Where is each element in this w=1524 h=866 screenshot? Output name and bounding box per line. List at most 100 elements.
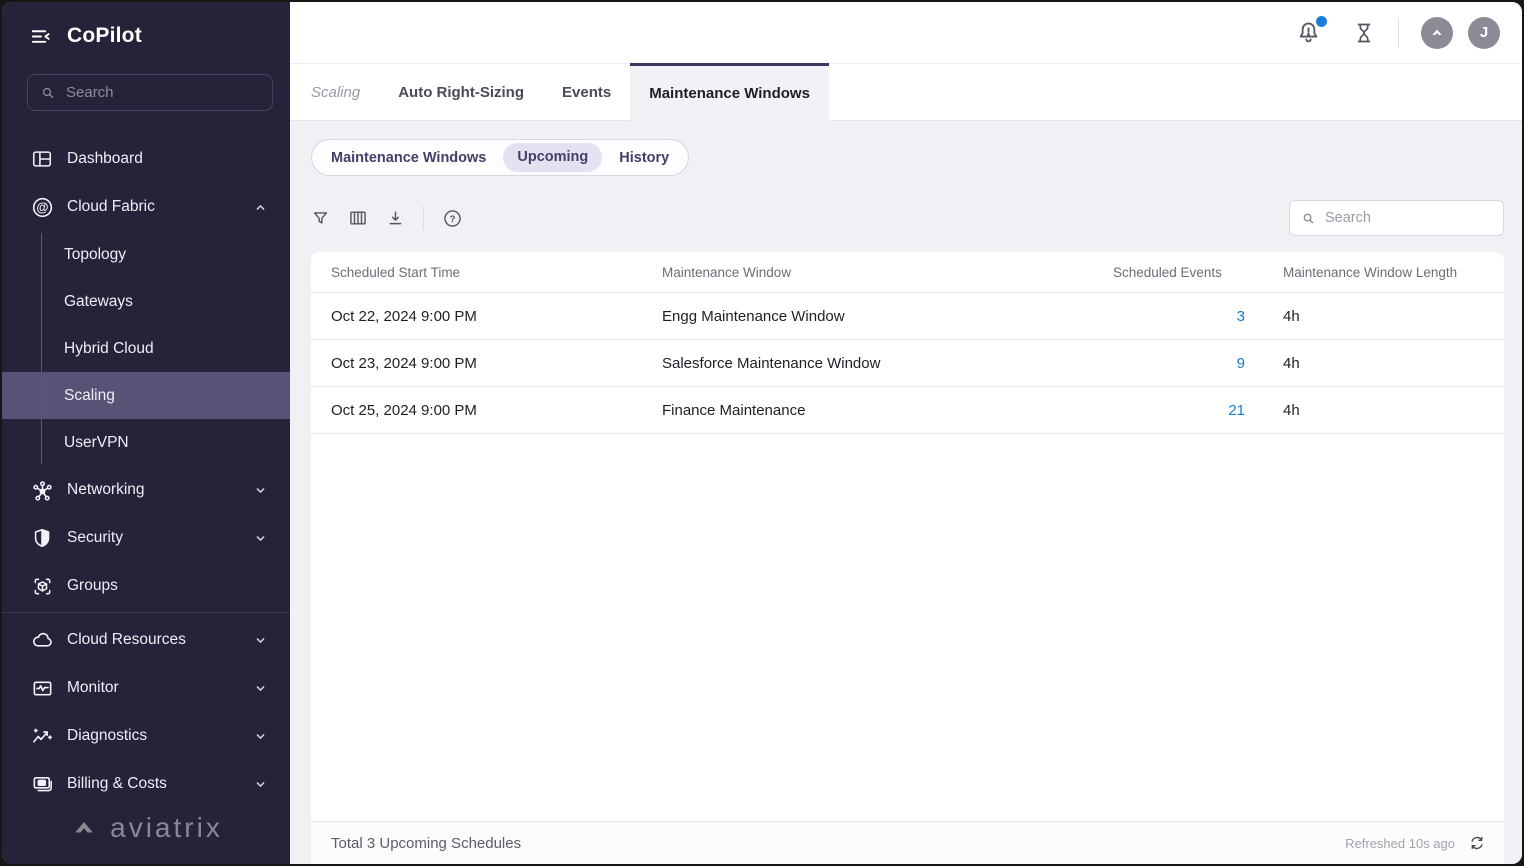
collapse-sidebar-icon[interactable] xyxy=(29,25,52,48)
cell-scheduled-events-link[interactable]: 21 xyxy=(1099,402,1266,419)
sidebar-item-hybrid-cloud[interactable]: Hybrid Cloud xyxy=(2,325,290,372)
cell-start-time: Oct 22, 2024 9:00 PM xyxy=(311,308,644,325)
sidebar-item-gateways[interactable]: Gateways xyxy=(2,278,290,325)
aviatrix-mark-icon xyxy=(1427,23,1447,43)
sidebar-item-diagnostics[interactable]: Diagnostics xyxy=(2,712,290,760)
chevron-up-icon[interactable] xyxy=(253,200,268,215)
table-search[interactable] xyxy=(1289,200,1504,236)
shield-icon xyxy=(30,526,54,550)
header-divider xyxy=(1398,18,1399,48)
user-avatar-button[interactable]: J xyxy=(1468,17,1500,49)
svg-text:?: ? xyxy=(450,214,456,225)
table-row[interactable]: Oct 22, 2024 9:00 PM Engg Maintenance Wi… xyxy=(311,293,1504,340)
sidebar-item-billing-costs[interactable]: Billing & Costs xyxy=(2,760,290,808)
sidebar-item-uservpn[interactable]: UserVPN xyxy=(2,419,290,466)
tab-auto-right-sizing[interactable]: Auto Right-Sizing xyxy=(398,64,524,120)
cell-window-name: Engg Maintenance Window xyxy=(644,308,1099,325)
sidebar-item-label: Hybrid Cloud xyxy=(64,340,154,358)
sidebar-divider xyxy=(2,612,290,613)
chevron-down-icon[interactable] xyxy=(253,777,268,792)
subtab-maintenance-windows[interactable]: Maintenance Windows xyxy=(316,150,501,166)
sidebar-header: CoPilot xyxy=(29,24,142,48)
cell-window-name: Finance Maintenance xyxy=(644,402,1099,419)
sidebar-item-label: UserVPN xyxy=(64,434,129,452)
sidebar-item-label: Diagnostics xyxy=(67,727,147,745)
sidebar-item-dashboard[interactable]: Dashboard xyxy=(2,135,290,183)
sidebar-item-cloud-fabric[interactable]: @ Cloud Fabric xyxy=(2,183,290,231)
sidebar-item-label: Security xyxy=(67,529,123,547)
chevron-down-icon[interactable] xyxy=(253,633,268,648)
sidebar-item-label: Monitor xyxy=(67,679,119,697)
cloud-icon xyxy=(30,628,54,652)
dashboard-icon xyxy=(30,147,54,171)
groups-cube-icon xyxy=(30,574,54,598)
column-header-scheduled-events[interactable]: Scheduled Events xyxy=(1099,265,1266,280)
brand-name: aviatrix xyxy=(110,812,223,844)
columns-icon[interactable] xyxy=(348,208,368,228)
subtab-group: Maintenance Windows Upcoming History xyxy=(311,139,689,176)
cell-window-name: Salesforce Maintenance Window xyxy=(644,355,1099,372)
cell-scheduled-events-link[interactable]: 3 xyxy=(1099,308,1266,325)
monitor-icon xyxy=(30,676,54,700)
content-pane: Maintenance Windows Upcoming History ? xyxy=(290,121,1522,864)
sidebar-search-input[interactable] xyxy=(66,84,265,101)
cloud-fabric-icon: @ xyxy=(30,195,54,219)
sidebar-item-label: Scaling xyxy=(64,387,115,405)
aviatrix-logo: aviatrix xyxy=(2,804,290,852)
total-count-label: Total 3 Upcoming Schedules xyxy=(331,835,521,852)
filter-icon[interactable] xyxy=(311,209,330,228)
column-header-maintenance-window-length[interactable]: Maintenance Window Length xyxy=(1266,265,1504,280)
table-row[interactable]: Oct 25, 2024 9:00 PM Finance Maintenance… xyxy=(311,387,1504,434)
tab-maintenance-windows[interactable]: Maintenance Windows xyxy=(630,63,829,121)
column-header-scheduled-start-time[interactable]: Scheduled Start Time xyxy=(311,265,644,280)
maintenance-table-card: Scheduled Start Time Maintenance Window … xyxy=(311,252,1504,864)
sidebar-item-label: Billing & Costs xyxy=(67,775,167,793)
cell-start-time: Oct 23, 2024 9:00 PM xyxy=(311,355,644,372)
sidebar-item-cloud-resources[interactable]: Cloud Resources xyxy=(2,616,290,664)
cell-scheduled-events-link[interactable]: 9 xyxy=(1099,355,1266,372)
chevron-down-icon[interactable] xyxy=(253,729,268,744)
hourglass-button[interactable] xyxy=(1352,21,1376,45)
download-icon[interactable] xyxy=(386,209,405,228)
tab-context-scaling: Scaling xyxy=(311,64,360,120)
sidebar-item-topology[interactable]: Topology xyxy=(2,231,290,278)
sidebar-item-monitor[interactable]: Monitor xyxy=(2,664,290,712)
user-initial: J xyxy=(1480,24,1488,41)
chevron-down-icon[interactable] xyxy=(253,531,268,546)
tab-bar: Scaling Auto Right-Sizing Events Mainten… xyxy=(290,63,1522,121)
column-header-maintenance-window[interactable]: Maintenance Window xyxy=(644,265,1099,280)
sidebar-item-label: Dashboard xyxy=(67,150,143,168)
top-header: J xyxy=(290,2,1522,63)
tab-events[interactable]: Events xyxy=(562,64,611,120)
sidebar-item-groups[interactable]: Groups xyxy=(2,562,290,610)
cell-window-length: 4h xyxy=(1266,402,1504,419)
chevron-down-icon[interactable] xyxy=(253,681,268,696)
sidebar-item-security[interactable]: Security xyxy=(2,514,290,562)
billing-icon xyxy=(30,772,54,796)
table-header-row: Scheduled Start Time Maintenance Window … xyxy=(311,252,1504,293)
sidebar-item-scaling[interactable]: Scaling xyxy=(2,372,290,419)
sidebar-item-label: Groups xyxy=(67,577,118,595)
refresh-icon[interactable] xyxy=(1468,834,1486,852)
svg-text:@: @ xyxy=(36,200,48,214)
search-icon xyxy=(1301,211,1316,226)
table-row[interactable]: Oct 23, 2024 9:00 PM Salesforce Maintena… xyxy=(311,340,1504,387)
sidebar-search[interactable] xyxy=(27,74,273,111)
sidebar-item-networking[interactable]: Networking xyxy=(2,466,290,514)
notifications-button[interactable] xyxy=(1295,19,1322,46)
cell-start-time: Oct 25, 2024 9:00 PM xyxy=(311,402,644,419)
sidebar-item-label: Topology xyxy=(64,246,126,264)
networking-icon xyxy=(30,478,54,502)
diagnostics-icon xyxy=(30,724,54,748)
hourglass-icon xyxy=(1352,21,1376,45)
subtab-history[interactable]: History xyxy=(604,150,684,166)
help-icon[interactable]: ? xyxy=(442,208,463,229)
table-search-input[interactable] xyxy=(1325,210,1512,226)
cell-window-length: 4h xyxy=(1266,308,1504,325)
app-window: CoPilot Dashboard @ Cloud Fabric xyxy=(2,2,1522,864)
sidebar-item-label: Gateways xyxy=(64,293,133,311)
controller-avatar-button[interactable] xyxy=(1421,17,1453,49)
chevron-down-icon[interactable] xyxy=(253,483,268,498)
subtab-upcoming[interactable]: Upcoming xyxy=(503,143,602,172)
refreshed-ago-label: Refreshed 10s ago xyxy=(1345,836,1455,851)
